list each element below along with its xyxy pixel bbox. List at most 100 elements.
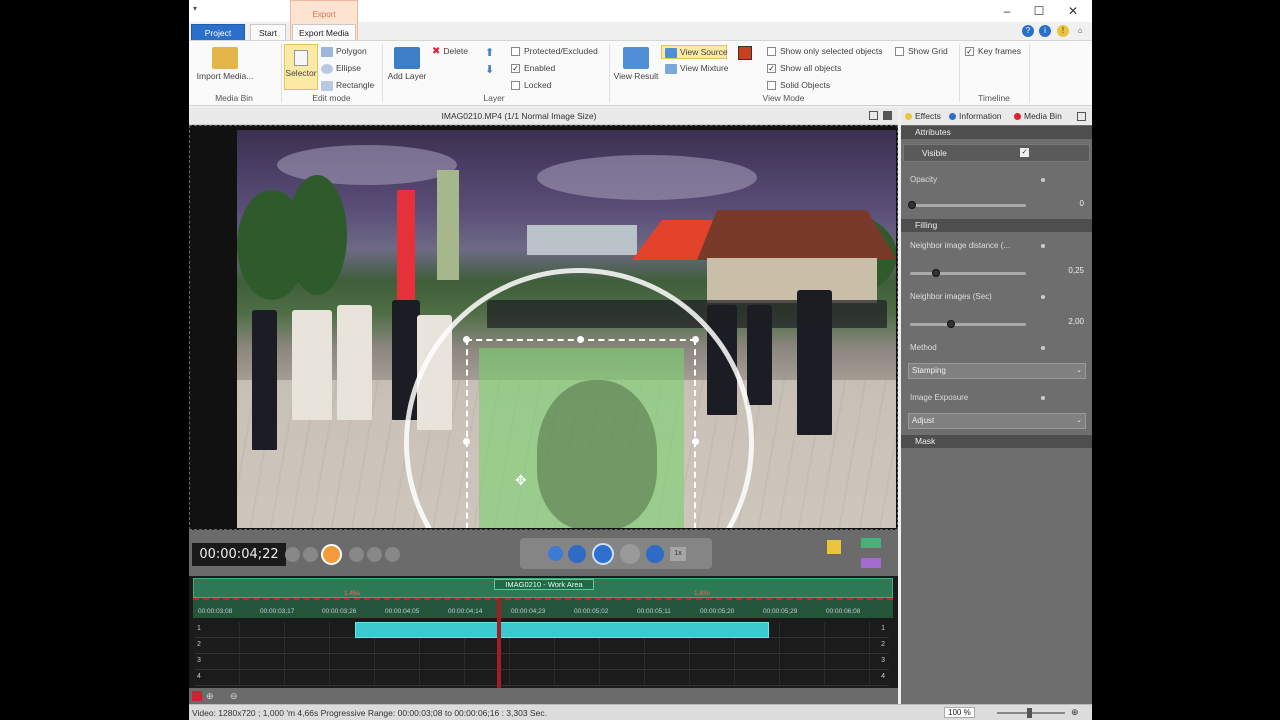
pause-icon[interactable] [620,544,640,564]
keyframe-dot-icon[interactable] [1041,295,1045,299]
zoom-fit-icon[interactable] [192,691,202,701]
ruler-tick-label: 00:00:03;08 [198,608,233,615]
neighbor-distance-slider[interactable] [910,269,1026,277]
group-layer: Layer [483,93,505,103]
zoom-slider[interactable] [997,708,1065,718]
tab-information[interactable]: Information [949,111,1002,121]
tab-media-bin[interactable]: Media Bin [1014,111,1062,121]
prev-frame-icon[interactable] [303,547,318,562]
playback-controls: 1x [520,538,712,569]
stop-icon[interactable] [548,546,563,561]
view-mixture-button[interactable]: View Mixture [665,63,729,74]
solid-objects-checkbox[interactable]: Solid Objects [767,80,830,91]
enabled-checkbox[interactable]: ✓ Enabled [511,63,555,74]
selector-button[interactable]: Selector [284,44,318,90]
neighbor-images-slider[interactable] [910,320,1026,328]
record-key-icon[interactable] [321,544,342,565]
time-ruler[interactable]: 00:00:03;08 00:00:03;17 00:00:03;26 00:0… [193,598,893,618]
protected-checkbox[interactable]: Protected/Excluded [511,46,598,57]
neighbor-images-value[interactable]: 2,00 [1068,317,1084,326]
track-number: 1 [197,625,201,632]
play-icon[interactable] [592,543,614,565]
view-result-button[interactable]: View Result [611,47,661,81]
locked-checkbox[interactable]: Locked [511,80,551,91]
track-row[interactable]: 1 1 [195,622,889,638]
maximize-button[interactable]: ☐ [1031,3,1047,19]
section-mask[interactable]: Mask [901,435,1092,448]
rectangle-button[interactable]: Rectangle [321,80,374,91]
visible-checkbox[interactable]: ✓ [1020,148,1029,157]
zoom-level[interactable]: 100 % [944,707,975,718]
show-grid-checkbox[interactable]: Show Grid [895,46,948,57]
slider-knob[interactable] [908,201,916,209]
keyframe-down-icon[interactable] [861,558,881,568]
opacity-slider[interactable] [908,201,1026,209]
panel-layout-icon[interactable] [883,111,892,120]
zoom-slider-knob[interactable] [1027,708,1032,718]
keyframe-dot-icon[interactable] [1041,396,1045,400]
track-row[interactable]: 2 2 [195,638,889,654]
delete-button[interactable]: ✖ Delete [432,46,468,57]
show-all-checkbox[interactable]: ✓ Show all objects [767,63,841,74]
skip-forward-icon[interactable] [646,545,664,563]
move-down-icon[interactable]: ⬇ [485,63,494,76]
mask-color-icon[interactable] [738,46,752,60]
neighbor-distance-value[interactable]: 0,25 [1068,266,1084,275]
opacity-value[interactable]: 0 [1080,199,1084,208]
next-key-icon[interactable] [367,547,382,562]
loop-icon[interactable] [385,547,400,562]
show-selected-checkbox[interactable]: Show only selected objects [767,46,883,57]
method-dropdown[interactable]: Stamping ⌄ [908,363,1086,379]
slider-knob[interactable] [932,269,940,277]
polygon-button[interactable]: Polygon [321,46,367,57]
section-filling[interactable]: Filling [901,219,1092,232]
resize-handle[interactable] [463,336,470,343]
keyframe-up-icon[interactable] [861,538,881,548]
playhead[interactable] [497,598,501,688]
resize-handle[interactable] [692,336,699,343]
track-row[interactable]: 4 4 [195,670,889,686]
ellipse-button[interactable]: Ellipse [321,63,361,74]
visible-row[interactable]: Visible ✓ [903,144,1090,162]
speed-button[interactable]: 1x [670,547,686,561]
checkbox-checked-icon: ✓ [767,64,776,74]
move-up-icon[interactable]: ⬆ [485,46,494,59]
keyframe-dot-icon[interactable] [1041,346,1045,350]
checkbox-icon [895,47,904,57]
resize-handle[interactable] [577,336,584,343]
keyframe-dot-icon[interactable] [1041,244,1045,248]
timecode-display[interactable]: 00:00:04;22 [192,543,286,566]
slider-knob[interactable] [947,320,955,328]
exposure-dropdown[interactable]: Adjust ⌄ [908,413,1086,429]
close-button[interactable]: ✕ [1065,3,1081,19]
zoom-out-icon[interactable]: ⊖ [230,691,238,702]
maximize-panel-icon[interactable] [869,111,878,120]
prev-key-icon[interactable] [285,547,300,562]
track-row[interactable]: 3 3 [195,654,889,670]
skip-back-icon[interactable] [568,545,586,563]
resize-handle[interactable] [463,438,470,445]
section-attributes[interactable]: Attributes [901,126,1092,139]
preview-canvas[interactable]: ✥ [189,125,898,530]
panel-layout-icon[interactable] [1077,112,1086,121]
view-source-item[interactable]: View Source [665,47,728,58]
next-frame-icon[interactable] [349,547,364,562]
tab-project[interactable]: Project [191,24,245,41]
greenhouse [527,225,637,255]
timeline-panel[interactable]: IMAG0210 - Work Area 1.45s 1.83s 00:00:0… [189,576,898,688]
import-media-button[interactable]: Import Media... [193,47,257,81]
mark-in-icon[interactable] [827,540,841,554]
quick-access-icon[interactable]: ▾ [193,4,197,13]
add-layer-button[interactable]: Add Layer [385,47,429,81]
key-frames-checkbox[interactable]: ✓ Key frames [965,46,1021,57]
zoom-in-icon[interactable]: ⊕ [1071,707,1079,718]
rectangle-mask-selection[interactable] [466,339,696,528]
work-area-bar[interactable]: IMAG0210 - Work Area 1.45s 1.83s [193,578,893,598]
keyframe-dot-icon[interactable] [1041,178,1045,182]
section-filling-label: Filling [915,220,938,230]
mask-clip[interactable] [355,622,769,638]
tab-effects[interactable]: Effects [905,111,941,121]
minimize-button[interactable]: – [999,3,1015,19]
zoom-in-icon[interactable]: ⊕ [206,691,214,702]
resize-handle[interactable] [692,438,699,445]
